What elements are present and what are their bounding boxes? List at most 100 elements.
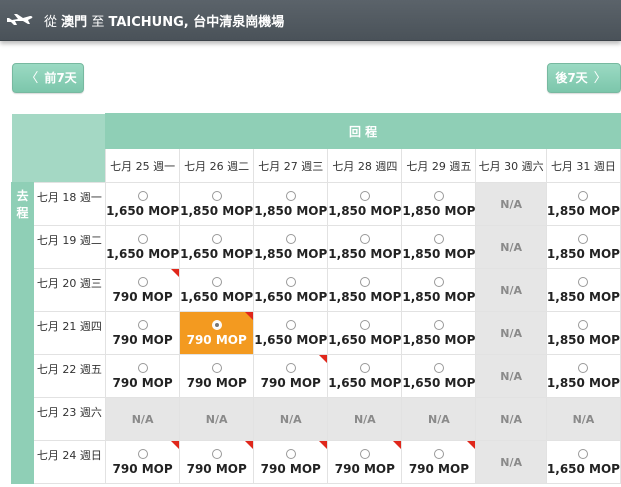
fare-price: N/A	[500, 455, 523, 469]
grid-corner	[11, 113, 106, 183]
fare-cell[interactable]: 790 MOP	[327, 440, 403, 484]
fare-cell[interactable]: 1,650 MOP	[253, 311, 329, 355]
fare-cell[interactable]: 1,850 MOP	[327, 225, 403, 269]
next-7-days-button[interactable]: 後7天〉	[547, 63, 621, 93]
fare-cell[interactable]: 1,850 MOP	[327, 182, 403, 226]
fare-radio[interactable]	[137, 448, 148, 459]
fare-price: 1,850 MOP	[328, 289, 402, 304]
return-date-header: 七月 28 週四	[327, 148, 403, 183]
fare-price: 1,650 MOP	[328, 375, 402, 390]
fare-cell[interactable]: 1,850 MOP	[545, 354, 621, 398]
fare-radio[interactable]	[359, 276, 370, 287]
fare-cell[interactable]: 790 MOP	[179, 440, 255, 484]
fare-cell[interactable]: 1,850 MOP	[253, 182, 329, 226]
fare-price: 1,850 MOP	[254, 246, 328, 261]
fare-radio[interactable]	[137, 362, 148, 373]
fare-cell[interactable]: 1,850 MOP	[179, 182, 255, 226]
fare-radio[interactable]	[578, 362, 589, 373]
fare-radio[interactable]	[578, 276, 589, 287]
fare-radio[interactable]	[137, 233, 148, 244]
fare-cell[interactable]: 1,850 MOP	[545, 268, 621, 312]
destination-city: TAICHUNG, 台中清泉崗機場	[108, 15, 285, 30]
fare-price: 790 MOP	[186, 375, 247, 390]
fare-cell[interactable]: 790 MOP	[179, 354, 255, 398]
fare-radio[interactable]	[578, 233, 589, 244]
return-label-row: 回 程	[11, 113, 621, 183]
fare-matrix: 回 程七月 25 週一 七月 26 週二 七月 27 週三 七月 28 週四 七月 29…	[11, 113, 621, 484]
fare-radio[interactable]	[137, 319, 148, 330]
fare-radio[interactable]	[359, 233, 370, 244]
fare-radio[interactable]	[211, 448, 222, 459]
fare-radio[interactable]	[578, 190, 589, 201]
fare-cell[interactable]: 1,850 MOP	[253, 225, 329, 269]
fare-cell[interactable]: 1,650 MOP	[545, 440, 621, 484]
fare-radio[interactable]	[211, 362, 222, 373]
fare-price: 790 MOP	[408, 461, 469, 476]
fare-radio[interactable]	[285, 233, 296, 244]
fare-radio[interactable]	[433, 448, 444, 459]
next-7-days-label: 後7天	[555, 71, 588, 85]
fare-radio[interactable]	[578, 319, 589, 330]
fare-radio[interactable]	[137, 276, 148, 287]
fare-cell[interactable]: 1,850 MOP	[401, 182, 477, 226]
fare-cell[interactable]: 790 MOP	[105, 440, 181, 484]
depart-date: 七月 20 週三	[32, 268, 107, 312]
fare-cell[interactable]: 790 MOP	[105, 354, 181, 398]
fare-cell[interactable]: 1,650 MOP	[327, 354, 403, 398]
fare-cell[interactable]: 1,850 MOP	[545, 182, 621, 226]
fare-radio[interactable]	[578, 448, 589, 459]
fare-radio[interactable]	[211, 276, 222, 287]
fare-cell[interactable]: 790 MOP	[105, 311, 181, 355]
fare-price: 1,850 MOP	[180, 203, 254, 218]
fare-cell[interactable]: 1,650 MOP	[105, 182, 181, 226]
fare-cell[interactable]: 1,650 MOP	[401, 354, 477, 398]
fare-cell[interactable]: 1,850 MOP	[545, 311, 621, 355]
fare-radio[interactable]	[359, 448, 370, 459]
fare-price: 790 MOP	[112, 289, 173, 304]
fare-cell[interactable]: 1,850 MOP	[401, 268, 477, 312]
fare-radio[interactable]	[433, 319, 444, 330]
fare-radio[interactable]	[359, 319, 370, 330]
fare-radio[interactable]	[433, 233, 444, 244]
fare-cell[interactable]: 790 MOP	[401, 440, 477, 484]
fare-cell[interactable]: 1,650 MOP	[327, 311, 403, 355]
fare-cell[interactable]: 1,650 MOP	[105, 225, 181, 269]
depart-date: 七月 18 週一	[32, 182, 107, 226]
fare-cell[interactable]: 1,650 MOP	[179, 268, 255, 312]
fare-row: 七月 20 週三 790 MOP 1,650 MOP 1,650 MOP 1,850 M…	[12, 268, 621, 312]
fare-radio[interactable]	[433, 190, 444, 201]
fare-cell[interactable]: 1,850 MOP	[545, 225, 621, 269]
fare-cell[interactable]: 1,650 MOP	[253, 268, 329, 312]
depart-label: 去 程	[11, 182, 34, 484]
fare-radio[interactable]	[211, 233, 222, 244]
fare-price: 790 MOP	[112, 375, 173, 390]
fare-cell[interactable]: 1,850 MOP	[327, 268, 403, 312]
fare-cell[interactable]: 1,850 MOP	[401, 311, 477, 355]
fare-price: N/A	[500, 369, 523, 383]
fare-cell-unavailable: N/A	[105, 397, 181, 441]
fare-radio[interactable]	[285, 190, 296, 201]
fare-radio[interactable]	[211, 319, 222, 330]
fare-price: 1,650 MOP	[180, 246, 254, 261]
fare-cell[interactable]: 790 MOP	[105, 268, 181, 312]
fare-cell[interactable]: 790 MOP	[253, 354, 329, 398]
fare-cell-unavailable: N/A	[327, 397, 403, 441]
fare-cell[interactable]: 1,650 MOP	[179, 225, 255, 269]
fare-cell[interactable]: 790 MOP	[179, 311, 255, 355]
fare-radio[interactable]	[359, 362, 370, 373]
fare-radio[interactable]	[285, 362, 296, 373]
fare-cell[interactable]: 790 MOP	[253, 440, 329, 484]
fare-radio[interactable]	[285, 276, 296, 287]
fare-radio[interactable]	[211, 190, 222, 201]
fare-cell[interactable]: 1,850 MOP	[401, 225, 477, 269]
fare-radio[interactable]	[285, 319, 296, 330]
promo-flag-icon	[171, 441, 180, 449]
fare-price: 1,850 MOP	[402, 332, 476, 347]
fare-radio[interactable]	[433, 276, 444, 287]
fare-radio[interactable]	[359, 190, 370, 201]
fare-radio[interactable]	[285, 448, 296, 459]
fare-price: 1,650 MOP	[328, 332, 402, 347]
prev-7-days-button[interactable]: 〈前7天	[12, 63, 84, 93]
fare-radio[interactable]	[137, 190, 148, 201]
fare-radio[interactable]	[433, 362, 444, 373]
